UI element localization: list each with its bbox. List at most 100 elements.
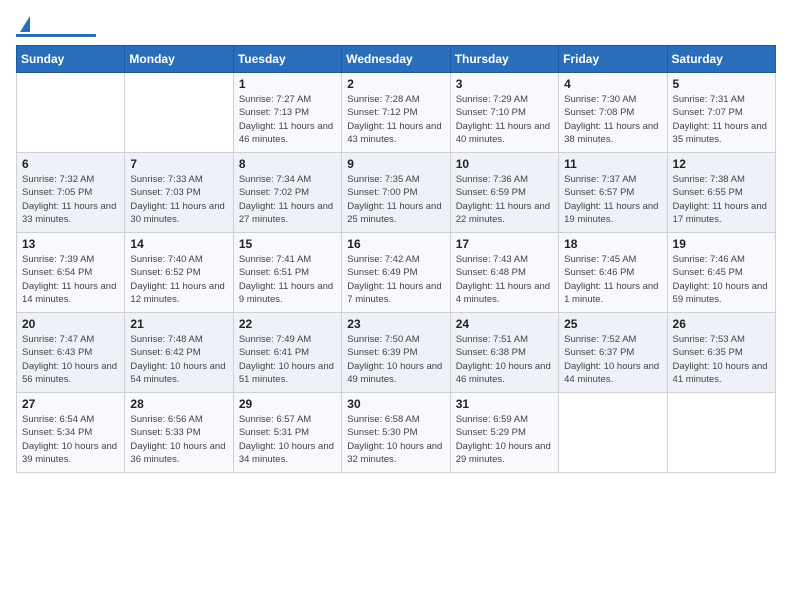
calendar-cell: 29Sunrise: 6:57 AM Sunset: 5:31 PM Dayli…: [233, 393, 341, 473]
calendar-cell: [667, 393, 775, 473]
day-number: 25: [564, 317, 661, 331]
day-number: 16: [347, 237, 444, 251]
day-number: 23: [347, 317, 444, 331]
calendar-cell: 2 Sunrise: 7:28 AM Sunset: 7:12 PM Daylig…: [342, 73, 450, 153]
week-row-1: 6Sunrise: 7:32 AM Sunset: 7:05 PM Daylig…: [17, 153, 776, 233]
header-sunday: Sunday: [17, 46, 125, 73]
calendar-cell: 12 Sunrise: 7:38 AM Sunset: 6:55 PM Dayli…: [667, 153, 775, 233]
calendar-cell: 8 Sunrise: 7:34 AM Sunset: 7:02 PM Daylig…: [233, 153, 341, 233]
week-row-0: 1 Sunrise: 7:27 AM Sunset: 7:13 PM Daylig…: [17, 73, 776, 153]
calendar-cell: 26 Sunrise: 7:53 AM Sunset: 6:35 PM Dayli…: [667, 313, 775, 393]
day-number: 24: [456, 317, 553, 331]
calendar-cell: 25 Sunrise: 7:52 AM Sunset: 6:37 PM Dayli…: [559, 313, 667, 393]
day-info: Sunrise: 6:59 AM Sunset: 5:29 PM Dayligh…: [456, 413, 553, 466]
calendar-cell: 21Sunrise: 7:48 AM Sunset: 6:42 PM Dayli…: [125, 313, 233, 393]
day-number: 22: [239, 317, 336, 331]
day-info: Sunrise: 7:50 AM Sunset: 6:39 PM Dayligh…: [347, 333, 444, 386]
header-saturday: Saturday: [667, 46, 775, 73]
day-number: 13: [22, 237, 119, 251]
day-number: 1: [239, 77, 336, 91]
day-info: Sunrise: 7:27 AM Sunset: 7:13 PM Dayligh…: [239, 93, 336, 146]
day-info: Sunrise: 7:29 AM Sunset: 7:10 PM Dayligh…: [456, 93, 553, 146]
calendar-cell: [17, 73, 125, 153]
header-friday: Friday: [559, 46, 667, 73]
day-number: 9: [347, 157, 444, 171]
calendar-table: SundayMondayTuesdayWednesdayThursdayFrid…: [16, 45, 776, 473]
header-thursday: Thursday: [450, 46, 558, 73]
day-info: Sunrise: 7:45 AM Sunset: 6:46 PM Dayligh…: [564, 253, 661, 306]
logo: [16, 16, 96, 37]
day-info: Sunrise: 7:36 AM Sunset: 6:59 PM Dayligh…: [456, 173, 553, 226]
calendar-cell: 11 Sunrise: 7:37 AM Sunset: 6:57 PM Dayli…: [559, 153, 667, 233]
calendar-header-row: SundayMondayTuesdayWednesdayThursdayFrid…: [17, 46, 776, 73]
calendar-cell: 31 Sunrise: 6:59 AM Sunset: 5:29 PM Dayli…: [450, 393, 558, 473]
day-info: Sunrise: 7:31 AM Sunset: 7:07 PM Dayligh…: [673, 93, 770, 146]
day-info: Sunrise: 7:32 AM Sunset: 7:05 PM Dayligh…: [22, 173, 119, 226]
calendar-cell: 20Sunrise: 7:47 AM Sunset: 6:43 PM Dayli…: [17, 313, 125, 393]
calendar-cell: 5 Sunrise: 7:31 AM Sunset: 7:07 PM Daylig…: [667, 73, 775, 153]
week-row-2: 13 Sunrise: 7:39 AM Sunset: 6:54 PM Dayli…: [17, 233, 776, 313]
day-number: 3: [456, 77, 553, 91]
week-row-4: 27 Sunrise: 6:54 AM Sunset: 5:34 PM Dayli…: [17, 393, 776, 473]
day-info: Sunrise: 7:42 AM Sunset: 6:49 PM Dayligh…: [347, 253, 444, 306]
header-tuesday: Tuesday: [233, 46, 341, 73]
day-info: Sunrise: 6:54 AM Sunset: 5:34 PM Dayligh…: [22, 413, 119, 466]
day-info: Sunrise: 7:35 AM Sunset: 7:00 PM Dayligh…: [347, 173, 444, 226]
day-number: 5: [673, 77, 770, 91]
day-number: 26: [673, 317, 770, 331]
calendar-cell: 24 Sunrise: 7:51 AM Sunset: 6:38 PM Dayli…: [450, 313, 558, 393]
calendar-cell: 15 Sunrise: 7:41 AM Sunset: 6:51 PM Dayli…: [233, 233, 341, 313]
day-number: 8: [239, 157, 336, 171]
day-number: 18: [564, 237, 661, 251]
day-info: Sunrise: 6:58 AM Sunset: 5:30 PM Dayligh…: [347, 413, 444, 466]
day-number: 7: [130, 157, 227, 171]
day-info: Sunrise: 7:28 AM Sunset: 7:12 PM Dayligh…: [347, 93, 444, 146]
day-info: Sunrise: 7:53 AM Sunset: 6:35 PM Dayligh…: [673, 333, 770, 386]
day-number: 11: [564, 157, 661, 171]
calendar-cell: 9 Sunrise: 7:35 AM Sunset: 7:00 PM Daylig…: [342, 153, 450, 233]
day-number: 31: [456, 397, 553, 411]
day-number: 19: [673, 237, 770, 251]
day-info: Sunrise: 7:41 AM Sunset: 6:51 PM Dayligh…: [239, 253, 336, 306]
calendar-cell: 1 Sunrise: 7:27 AM Sunset: 7:13 PM Daylig…: [233, 73, 341, 153]
calendar-cell: 17Sunrise: 7:43 AM Sunset: 6:48 PM Dayli…: [450, 233, 558, 313]
day-info: Sunrise: 7:38 AM Sunset: 6:55 PM Dayligh…: [673, 173, 770, 226]
calendar-cell: 27 Sunrise: 6:54 AM Sunset: 5:34 PM Dayli…: [17, 393, 125, 473]
day-number: 2: [347, 77, 444, 91]
calendar-cell: 28 Sunrise: 6:56 AM Sunset: 5:33 PM Dayli…: [125, 393, 233, 473]
day-info: Sunrise: 7:46 AM Sunset: 6:45 PM Dayligh…: [673, 253, 770, 306]
day-info: Sunrise: 7:34 AM Sunset: 7:02 PM Dayligh…: [239, 173, 336, 226]
day-number: 12: [673, 157, 770, 171]
calendar-cell: [559, 393, 667, 473]
logo-arrow-icon: [20, 16, 30, 32]
day-number: 27: [22, 397, 119, 411]
calendar-cell: 22 Sunrise: 7:49 AM Sunset: 6:41 PM Dayli…: [233, 313, 341, 393]
calendar-cell: 4 Sunrise: 7:30 AM Sunset: 7:08 PM Daylig…: [559, 73, 667, 153]
day-info: Sunrise: 7:37 AM Sunset: 6:57 PM Dayligh…: [564, 173, 661, 226]
calendar-cell: 16 Sunrise: 7:42 AM Sunset: 6:49 PM Dayli…: [342, 233, 450, 313]
day-number: 15: [239, 237, 336, 251]
day-info: Sunrise: 7:49 AM Sunset: 6:41 PM Dayligh…: [239, 333, 336, 386]
calendar-cell: 30Sunrise: 6:58 AM Sunset: 5:30 PM Dayli…: [342, 393, 450, 473]
day-number: 10: [456, 157, 553, 171]
calendar-cell: [125, 73, 233, 153]
day-info: Sunrise: 7:51 AM Sunset: 6:38 PM Dayligh…: [456, 333, 553, 386]
day-info: Sunrise: 6:56 AM Sunset: 5:33 PM Dayligh…: [130, 413, 227, 466]
day-info: Sunrise: 7:30 AM Sunset: 7:08 PM Dayligh…: [564, 93, 661, 146]
calendar-cell: 13 Sunrise: 7:39 AM Sunset: 6:54 PM Dayli…: [17, 233, 125, 313]
day-number: 4: [564, 77, 661, 91]
day-info: Sunrise: 7:43 AM Sunset: 6:48 PM Dayligh…: [456, 253, 553, 306]
day-info: Sunrise: 7:52 AM Sunset: 6:37 PM Dayligh…: [564, 333, 661, 386]
calendar-cell: 18 Sunrise: 7:45 AM Sunset: 6:46 PM Dayli…: [559, 233, 667, 313]
calendar-cell: 6Sunrise: 7:32 AM Sunset: 7:05 PM Daylig…: [17, 153, 125, 233]
header-monday: Monday: [125, 46, 233, 73]
day-number: 20: [22, 317, 119, 331]
day-number: 28: [130, 397, 227, 411]
logo-underline: [16, 34, 96, 37]
day-info: Sunrise: 7:40 AM Sunset: 6:52 PM Dayligh…: [130, 253, 227, 306]
day-number: 14: [130, 237, 227, 251]
calendar-cell: 7Sunrise: 7:33 AM Sunset: 7:03 PM Daylig…: [125, 153, 233, 233]
day-info: Sunrise: 7:39 AM Sunset: 6:54 PM Dayligh…: [22, 253, 119, 306]
calendar-cell: 19 Sunrise: 7:46 AM Sunset: 6:45 PM Dayli…: [667, 233, 775, 313]
day-info: Sunrise: 7:48 AM Sunset: 6:42 PM Dayligh…: [130, 333, 227, 386]
